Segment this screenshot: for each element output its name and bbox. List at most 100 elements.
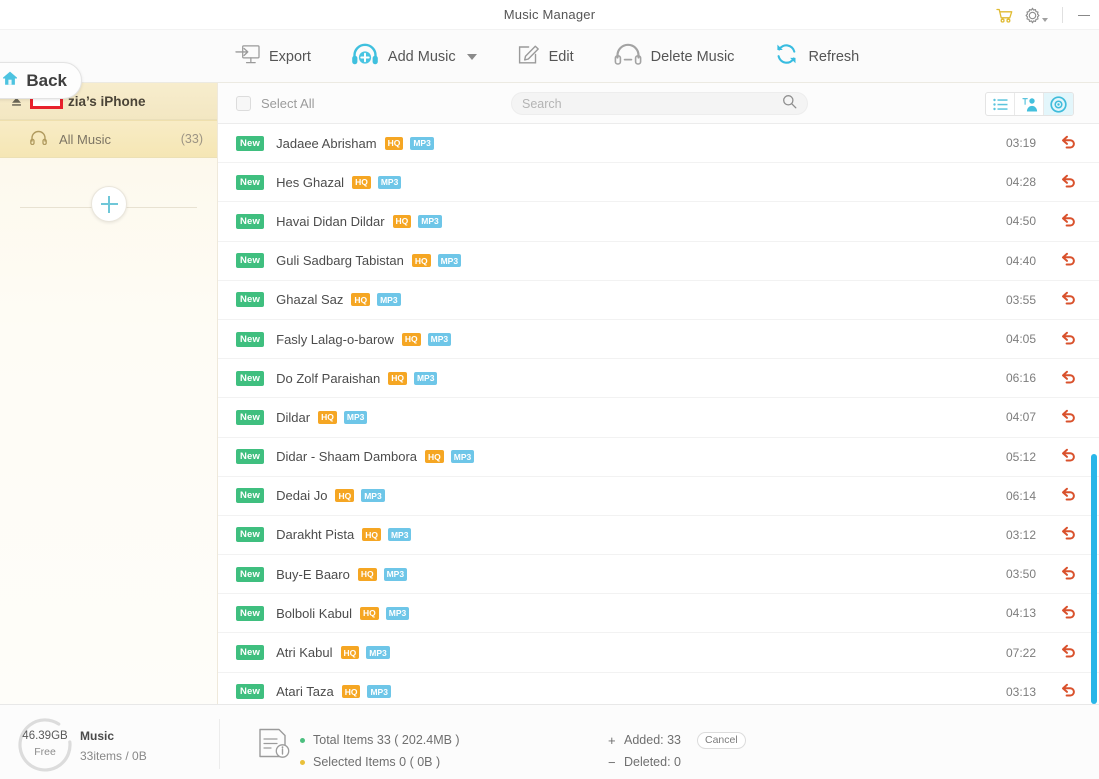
- table-row[interactable]: New Fasly Lalag-o-barow HQ MP3 04:05: [218, 320, 1099, 360]
- scrollbar-thumb[interactable]: [1091, 454, 1097, 704]
- deleted-text: Deleted: 0: [624, 755, 681, 769]
- cancel-button[interactable]: Cancel: [697, 731, 746, 749]
- undo-icon[interactable]: [1060, 135, 1077, 152]
- add-music-button[interactable]: Add Music: [331, 30, 497, 83]
- format-badge: MP3: [343, 410, 368, 424]
- add-playlist-button[interactable]: [91, 186, 127, 222]
- table-row[interactable]: New Atri Kabul HQ MP3 07:22: [218, 633, 1099, 673]
- add-music-icon: [351, 42, 379, 71]
- undo-icon[interactable]: [1060, 526, 1077, 543]
- song-duration: 03:19: [1005, 136, 1036, 151]
- table-row[interactable]: New Dedai Jo HQ MP3 06:14: [218, 477, 1099, 516]
- new-badge: New: [236, 449, 265, 465]
- format-badge: MP3: [385, 606, 410, 620]
- song-title: Ghazal Saz: [276, 292, 344, 308]
- format-badge: MP3: [450, 450, 475, 464]
- new-badge: New: [236, 331, 265, 347]
- table-row[interactable]: New Havai Didan Dildar HQ MP3 04:50: [218, 202, 1099, 242]
- table-row[interactable]: New Bolboli Kabul HQ MP3 04:13: [218, 594, 1099, 634]
- delete-music-button[interactable]: Delete Music: [594, 30, 755, 83]
- hq-badge: HQ: [352, 175, 371, 189]
- total-items-text: Total Items 33 ( 202.4MB ): [313, 733, 460, 747]
- hq-badge: HQ: [384, 136, 404, 150]
- table-row[interactable]: New Buy-E Baaro HQ MP3 03:50: [218, 555, 1099, 595]
- format-badge: MP3: [387, 528, 412, 542]
- song-duration: 04:13: [1005, 606, 1036, 621]
- song-title: Darakht Pista: [276, 527, 355, 543]
- minimize-icon[interactable]: [1077, 8, 1091, 22]
- song-title: Havai Didan Dildar: [276, 213, 385, 229]
- shopping-cart-icon[interactable]: [996, 8, 1013, 23]
- song-list[interactable]: New Jadaee Abrisham HQ MP3 03:19 New Hes Ghaza…: [218, 124, 1099, 704]
- edit-button[interactable]: Edit: [497, 30, 594, 83]
- undo-icon[interactable]: [1060, 683, 1077, 700]
- hq-badge: HQ: [340, 646, 360, 660]
- undo-icon[interactable]: [1060, 566, 1077, 583]
- add-music-label: Add Music: [387, 48, 456, 65]
- table-row[interactable]: New Jadaee Abrisham HQ MP3 03:19: [218, 124, 1099, 164]
- status-dot-green: [300, 737, 305, 743]
- table-row[interactable]: New Hes Ghazal HQ MP3 04:28: [218, 163, 1099, 203]
- window-controls: [996, 0, 1091, 30]
- undo-icon[interactable]: [1060, 291, 1077, 308]
- chevron-down-icon[interactable]: [1042, 17, 1048, 22]
- undo-icon[interactable]: [1060, 448, 1077, 465]
- format-badge: MP3: [437, 254, 462, 268]
- undo-icon[interactable]: [1060, 252, 1077, 269]
- song-duration: 03:55: [1005, 292, 1036, 307]
- total-items-row: Total Items 33 ( 202.4MB ): [300, 729, 460, 751]
- table-row[interactable]: New Guli Sadbarg Tabistan HQ MP3 04:40: [218, 242, 1099, 281]
- table-row[interactable]: New Do Zolf Paraishan HQ MP3 06:16: [218, 359, 1099, 399]
- added-text: Added: 33: [624, 733, 681, 747]
- status-dot-yellow: [300, 759, 305, 765]
- search-icon[interactable]: [782, 94, 797, 114]
- table-row[interactable]: New Didar - Shaam Dambora HQ MP3 05:12: [218, 438, 1099, 477]
- sidebar-item-all-music[interactable]: All Music (33): [0, 120, 217, 158]
- undo-icon[interactable]: [1060, 331, 1077, 348]
- search-input[interactable]: [522, 96, 782, 111]
- select-all-label[interactable]: Select All: [261, 96, 314, 111]
- chevron-down-icon[interactable]: [466, 53, 477, 60]
- undo-icon[interactable]: [1060, 644, 1077, 661]
- home-icon: [1, 69, 19, 92]
- edit-label: Edit: [548, 48, 574, 65]
- song-title: Jadaee Abrisham: [276, 135, 377, 151]
- new-badge: New: [236, 684, 265, 700]
- undo-icon[interactable]: [1060, 213, 1077, 230]
- select-all-checkbox[interactable]: [236, 95, 251, 111]
- gear-icon[interactable]: [1024, 7, 1048, 24]
- format-badge: MP3: [377, 175, 402, 189]
- format-badge: MP3: [377, 293, 401, 307]
- format-badge: MP3: [410, 136, 434, 150]
- undo-icon[interactable]: [1060, 605, 1077, 622]
- table-row[interactable]: New Ghazal Saz HQ MP3 03:55: [218, 281, 1099, 320]
- undo-icon[interactable]: [1060, 370, 1077, 387]
- export-button[interactable]: Export: [215, 30, 331, 83]
- pending-changes: + Added: 33 Cancel − Deleted: 0: [608, 729, 746, 773]
- page-title: Music Manager: [503, 7, 596, 22]
- table-row[interactable]: New Dildar HQ MP3 04:07: [218, 398, 1099, 438]
- view-toggle-album[interactable]: [1044, 93, 1073, 115]
- undo-icon[interactable]: [1060, 487, 1077, 504]
- search-box[interactable]: [511, 92, 808, 115]
- song-title: Bolboli Kabul: [276, 605, 353, 621]
- song-duration: 05:12: [1005, 449, 1036, 464]
- free-space-label: Free: [34, 746, 56, 758]
- refresh-label: Refresh: [808, 48, 860, 65]
- table-row[interactable]: New Darakht Pista HQ MP3 03:12: [218, 516, 1099, 556]
- status-bar: 46.39GB Free Music 33items / 0B Total It…: [0, 704, 1099, 779]
- back-label: Back: [26, 70, 67, 90]
- refresh-button[interactable]: Refresh: [754, 30, 879, 83]
- view-toggle-artist[interactable]: [1015, 93, 1044, 115]
- undo-icon[interactable]: [1060, 409, 1077, 426]
- song-duration: 04:50: [1005, 214, 1036, 229]
- toolbar-items: Export Add Music Edit Delete Music Refre…: [215, 30, 879, 83]
- hq-badge: HQ: [392, 214, 412, 228]
- undo-icon[interactable]: [1060, 174, 1077, 191]
- view-toggle-list[interactable]: [986, 93, 1015, 115]
- back-button[interactable]: Back: [0, 62, 82, 99]
- added-row: + Added: 33 Cancel: [608, 729, 746, 751]
- table-row[interactable]: New Atari Taza HQ MP3 03:13: [218, 673, 1099, 704]
- hq-badge: HQ: [388, 371, 407, 385]
- hq-badge: HQ: [351, 293, 371, 307]
